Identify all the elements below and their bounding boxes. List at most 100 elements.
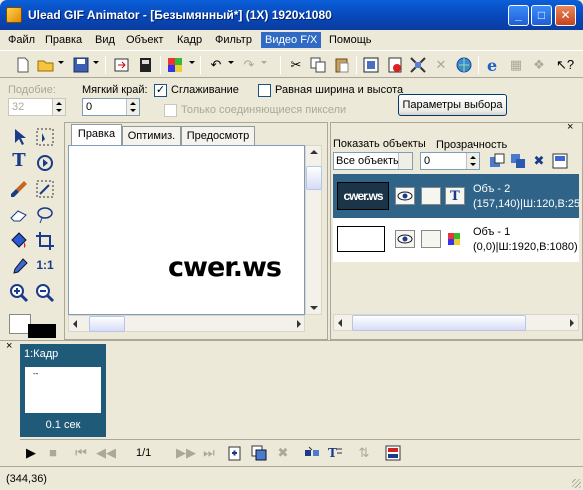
transparency-stepper[interactable]: 0	[420, 152, 480, 170]
image-properties-icon[interactable]	[386, 56, 404, 74]
cut-icon[interactable]: ✂	[287, 56, 305, 74]
expand-icon[interactable]	[409, 56, 427, 74]
help-pointer-icon[interactable]: ↖?	[556, 56, 574, 74]
menu-file[interactable]: Файл	[4, 32, 39, 48]
equal-wh-checkbox[interactable]	[258, 84, 271, 97]
duplicate-object-icon[interactable]	[488, 152, 506, 170]
scroll-left-icon[interactable]	[338, 319, 342, 327]
vertical-scroll-thumb[interactable]	[306, 166, 322, 190]
scroll-left-icon[interactable]	[73, 320, 77, 328]
palette-icon[interactable]	[166, 56, 184, 74]
first-frame-icon[interactable]: ⏮	[72, 444, 90, 462]
resize-grip-icon[interactable]	[572, 479, 581, 488]
frame-1[interactable]: 1:Кадр -- 0.1 сек	[20, 344, 106, 437]
copy-icon[interactable]	[309, 56, 327, 74]
title-bar[interactable]: Ulead GIF Animator - [Безымянный*] (1X) …	[0, 0, 583, 30]
connected-pixels-checkbox[interactable]	[164, 104, 177, 117]
similarity-spin-icon[interactable]	[52, 99, 65, 115]
preview-in-browser-icon[interactable]: e	[484, 56, 502, 75]
app-logo-icon[interactable]	[6, 7, 22, 23]
canvas-horizontal-scrollbar[interactable]	[68, 315, 305, 332]
visibility-eye-icon[interactable]	[395, 187, 415, 205]
insert-frames-icon[interactable]	[137, 56, 155, 74]
reverse-frames-icon[interactable]: ⇅	[355, 444, 373, 462]
canvas[interactable]: cwer.ws	[68, 145, 305, 315]
palette-dropdown-icon[interactable]	[189, 61, 195, 64]
canvas-text-object[interactable]: cwer.ws	[168, 252, 282, 283]
tab-optimize[interactable]: Оптимиз.	[122, 126, 181, 146]
menu-object[interactable]: Объект	[122, 32, 167, 48]
object-filter-dropdown-icon[interactable]	[398, 153, 412, 169]
lock-toggle[interactable]	[421, 230, 441, 248]
visibility-eye-icon[interactable]	[395, 230, 415, 248]
tab-preview[interactable]: Предосмотр	[181, 126, 255, 146]
redo-dropdown-icon[interactable]	[261, 61, 267, 64]
crop-canvas-icon[interactable]	[362, 56, 380, 74]
close-window-button[interactable]: ✕	[555, 5, 576, 26]
new-file-icon[interactable]	[14, 56, 32, 74]
pick-tool-icon[interactable]	[8, 126, 30, 148]
selection-params-button[interactable]: Параметры выбора	[398, 94, 507, 116]
tab-edit[interactable]: Правка	[71, 124, 122, 146]
text-banner-icon[interactable]: T	[326, 444, 344, 462]
text-tool-icon[interactable]: T	[8, 152, 30, 174]
soft-edge-spin-icon[interactable]	[126, 99, 139, 115]
scroll-right-icon[interactable]	[570, 319, 574, 327]
redo-icon[interactable]: ↷	[240, 56, 258, 74]
brush-tool-icon[interactable]	[8, 178, 30, 200]
open-folder-icon[interactable]	[37, 56, 55, 74]
previous-frame-icon[interactable]: ◀◀	[96, 444, 116, 462]
object-row-1[interactable]: Объ - 1 (0,0)|Ш:1920,В:1080)	[333, 218, 579, 262]
object-properties-icon[interactable]	[551, 152, 569, 170]
menu-video-fx[interactable]: Видео F/X	[261, 32, 322, 48]
duplicate-frame-icon[interactable]	[250, 444, 268, 462]
horizontal-scroll-thumb[interactable]	[89, 316, 125, 332]
import-icon[interactable]	[113, 56, 131, 74]
frames-close-icon[interactable]: ×	[6, 340, 12, 352]
soft-edge-stepper[interactable]: 0	[82, 98, 140, 116]
paste-icon[interactable]	[333, 56, 351, 74]
zoom-out-tool-icon[interactable]	[34, 282, 56, 304]
magic-wand-tool-icon[interactable]	[34, 178, 56, 200]
object-filter-select[interactable]: Все объекты	[333, 152, 413, 170]
objects-scroll-thumb[interactable]	[352, 315, 526, 331]
delete-frame-icon[interactable]: ✖	[274, 444, 292, 462]
antialias-checkbox[interactable]: ✓	[154, 84, 167, 97]
stop-icon[interactable]: ■	[44, 444, 62, 462]
scroll-up-icon[interactable]	[310, 150, 318, 154]
foreground-color-swatch[interactable]	[28, 324, 56, 338]
frame-delay[interactable]: 0.1 сек	[20, 419, 106, 431]
maximize-button[interactable]: □	[531, 5, 552, 26]
frame-properties-icon[interactable]	[384, 444, 402, 462]
tween-icon[interactable]	[303, 444, 321, 462]
scroll-right-icon[interactable]	[297, 320, 301, 328]
scroll-down-icon[interactable]	[310, 306, 318, 310]
grid-icon[interactable]: ▦	[507, 56, 525, 74]
rotate-tool-icon[interactable]	[34, 152, 56, 174]
optimize-icon[interactable]: ❖	[530, 56, 548, 74]
menu-view[interactable]: Вид	[91, 32, 119, 48]
canvas-vertical-scrollbar[interactable]	[305, 145, 322, 315]
undo-icon[interactable]: ↶	[207, 56, 225, 74]
eyedropper-tool-icon[interactable]	[8, 256, 30, 278]
actual-size-tool-icon[interactable]: 1:1	[34, 256, 56, 278]
save-icon[interactable]	[72, 56, 90, 74]
last-frame-icon[interactable]: ⏭	[200, 444, 218, 462]
menu-help[interactable]: Помощь	[325, 32, 376, 48]
open-dropdown-icon[interactable]	[58, 61, 64, 64]
objects-horizontal-scrollbar[interactable]	[333, 314, 579, 331]
play-icon[interactable]: ▶	[22, 444, 40, 462]
object-row-2[interactable]: cwer.ws T Объ - 2 (157,140)|Ш:120,В:25	[333, 174, 579, 218]
eraser-tool-icon[interactable]	[8, 204, 30, 226]
delete-object-icon[interactable]: ✖	[530, 152, 548, 170]
objects-close-icon[interactable]: ×	[567, 121, 573, 133]
next-frame-icon[interactable]: ▶▶	[176, 444, 196, 462]
merge-objects-icon[interactable]	[509, 152, 527, 170]
minimize-button[interactable]: _	[508, 5, 529, 26]
similarity-stepper[interactable]: 32	[8, 98, 66, 116]
fill-bucket-tool-icon[interactable]	[8, 230, 30, 252]
transparency-spin-icon[interactable]	[466, 153, 479, 169]
menu-frame[interactable]: Кадр	[173, 32, 206, 48]
menu-edit[interactable]: Правка	[41, 32, 86, 48]
undo-dropdown-icon[interactable]	[228, 61, 234, 64]
